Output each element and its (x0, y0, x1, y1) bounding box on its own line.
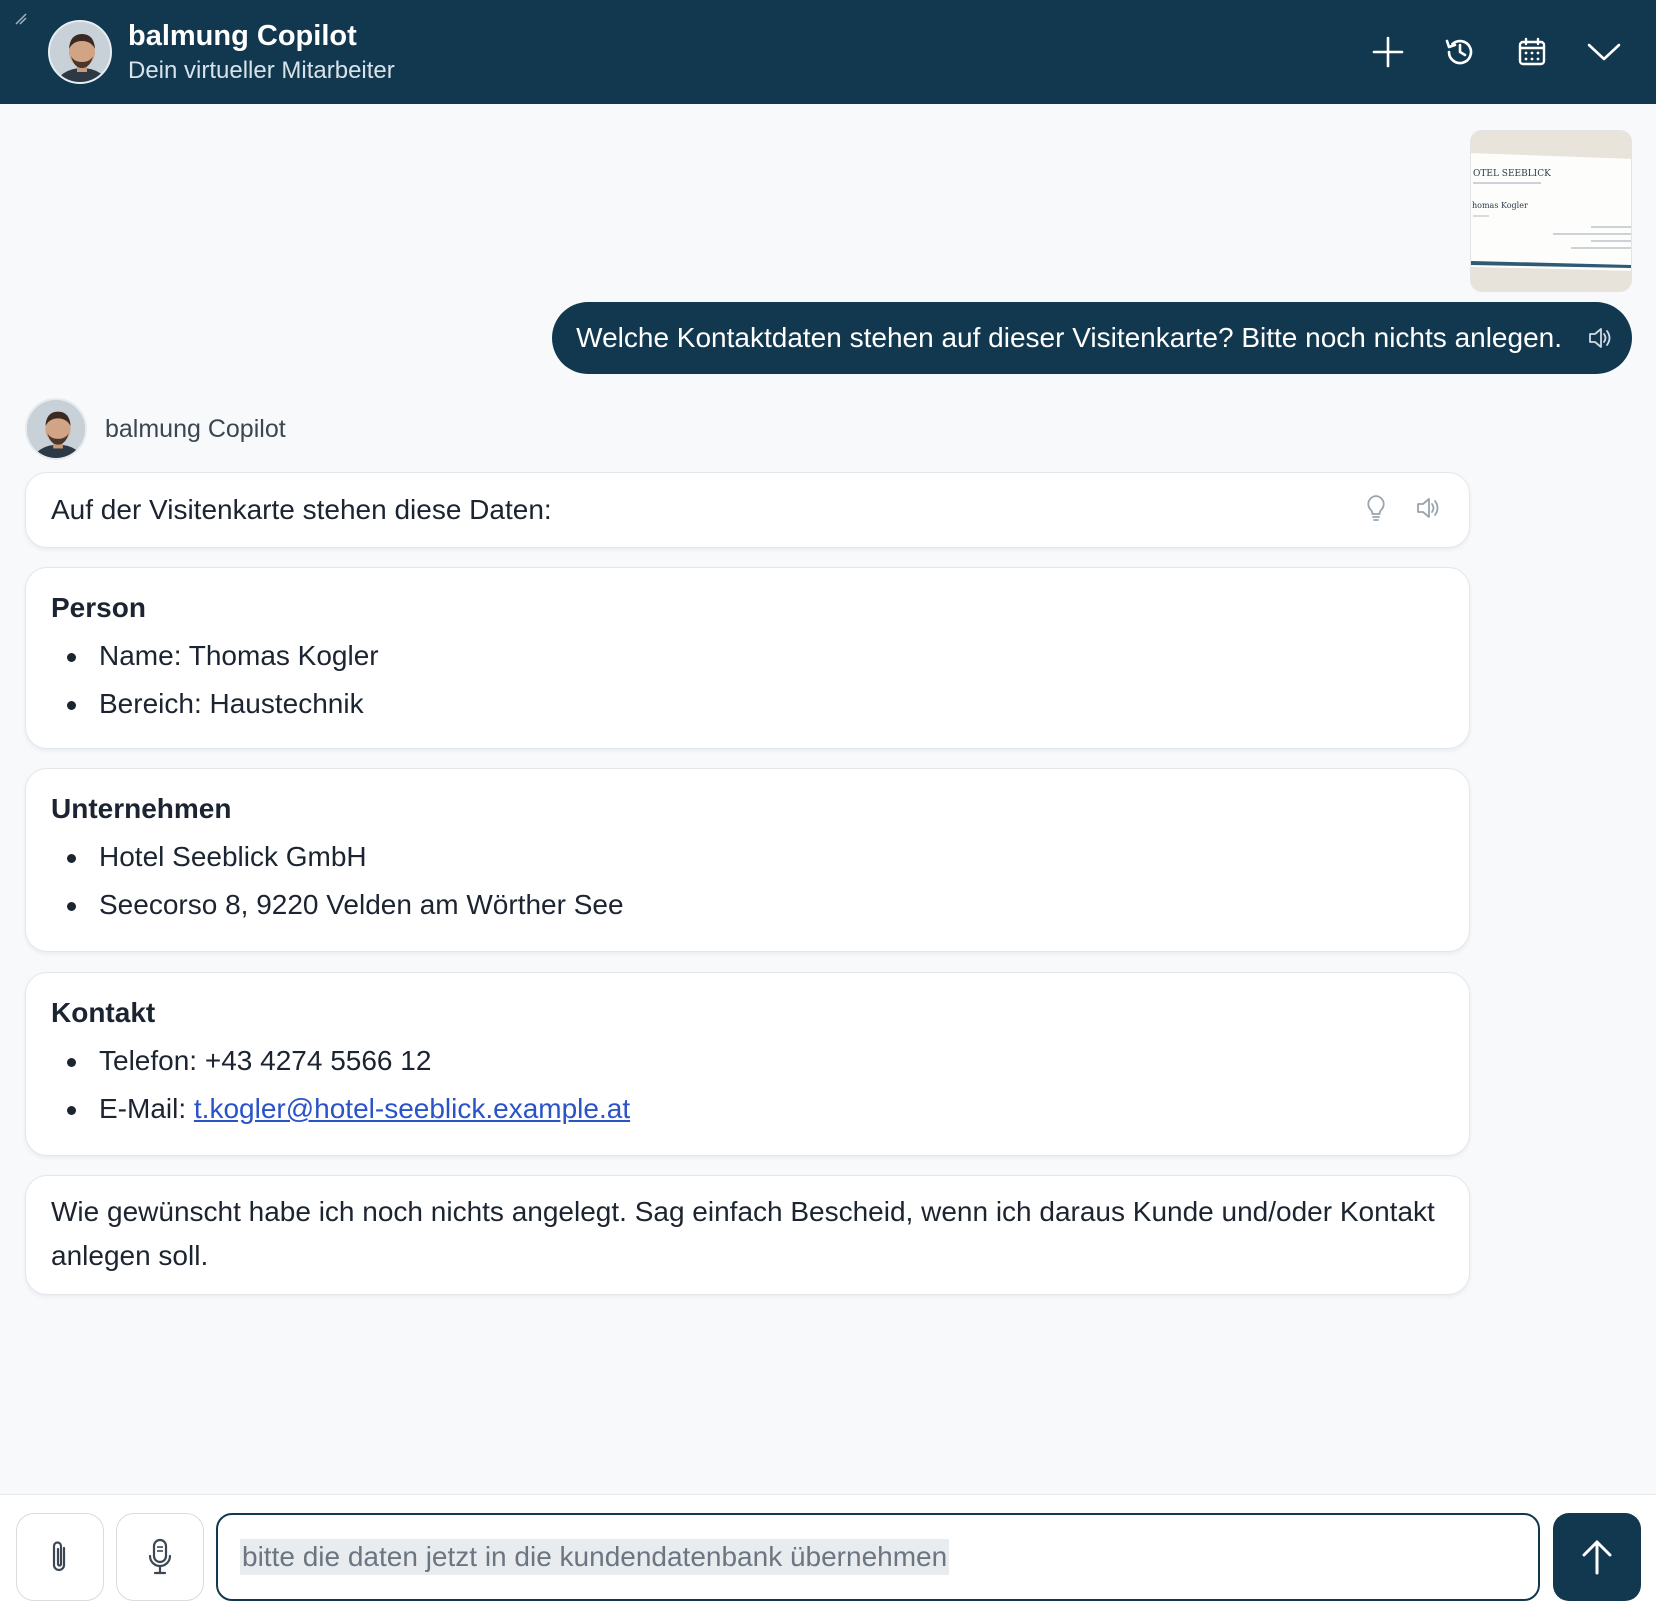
bot-avatar (25, 398, 87, 460)
section-heading: Unternehmen (51, 793, 232, 824)
microphone-icon (148, 1538, 172, 1575)
history-icon (1445, 39, 1473, 65)
message-input-value: bitte die daten jetzt in die kundendaten… (240, 1539, 950, 1575)
speaker-icon (1417, 498, 1439, 518)
app-subtitle: Dein virtueller Mitarbeiter (128, 57, 395, 84)
bot-message-header: balmung Copilot (25, 398, 286, 460)
explain-button[interactable] (1361, 491, 1391, 525)
assistant-avatar (48, 20, 112, 84)
closing-text: Wie gewünscht habe ich noch nichts angel… (51, 1196, 1435, 1271)
section-company: Unternehmen Hotel Seeblick GmbH Seecorso… (25, 768, 1470, 952)
section-heading: Kontakt (51, 997, 156, 1028)
paperclip-icon (52, 1541, 66, 1572)
app-title: balmung Copilot (128, 20, 357, 52)
header-actions (1364, 24, 1628, 80)
collapse-button[interactable] (1580, 24, 1628, 80)
list-item: Name: Thomas Kogler (51, 632, 1444, 680)
calendar-button[interactable] (1508, 24, 1556, 80)
copilot-window: balmung Copilot Dein virtueller Mitarbei… (0, 0, 1656, 1616)
bot-name: balmung Copilot (105, 414, 286, 443)
plus-icon (1372, 36, 1404, 68)
intro-text: Auf der Visitenkarte stehen diese Daten: (51, 494, 552, 525)
resize-icon[interactable] (14, 12, 30, 28)
arrow-up-icon (1582, 1540, 1612, 1575)
chevron-down-icon (1587, 43, 1621, 61)
header-bar: balmung Copilot Dein virtueller Mitarbei… (0, 0, 1656, 104)
new-chat-button[interactable] (1364, 24, 1412, 80)
bot-message-intro: Auf der Visitenkarte stehen diese Daten: (25, 472, 1470, 548)
list-item: Telefon: +43 4274 5566 12 (51, 1037, 1444, 1085)
section-person: Person Name: Thomas Kogler Bereich: Haus… (25, 567, 1470, 749)
send-button[interactable] (1553, 1513, 1641, 1601)
list-item: Hotel Seeblick GmbH (51, 833, 1444, 881)
section-list: Telefon: +43 4274 5566 12 E-Mail: t.kogl… (51, 1037, 1444, 1133)
chat-thread: OTEL SEEBLICK homas Kogler Welche Kontak… (0, 104, 1656, 1494)
attach-button[interactable] (16, 1513, 104, 1601)
email-label: E-Mail: (99, 1093, 194, 1124)
microphone-button[interactable] (116, 1513, 204, 1601)
section-contact: Kontakt Telefon: +43 4274 5566 12 E-Mail… (25, 972, 1470, 1156)
message-tools (1361, 491, 1443, 525)
read-aloud-button[interactable] (1413, 491, 1443, 525)
speaker-icon[interactable] (1586, 324, 1614, 352)
section-heading: Person (51, 592, 146, 623)
section-list: Hotel Seeblick GmbH Seecorso 8, 9220 Vel… (51, 833, 1444, 929)
bot-message-closing: Wie gewünscht habe ich noch nichts angel… (25, 1175, 1470, 1295)
list-item: Seecorso 8, 9220 Velden am Wörther See (51, 881, 1444, 929)
calendar-icon (1518, 37, 1546, 66)
list-item: Bereich: Haustechnik (51, 680, 1444, 728)
card-company-text: OTEL SEEBLICK (1473, 169, 1551, 179)
message-input[interactable]: bitte die daten jetzt in die kundendaten… (216, 1513, 1540, 1601)
business-card-image[interactable]: OTEL SEEBLICK homas Kogler (1470, 130, 1632, 292)
section-list: Name: Thomas Kogler Bereich: Haustechnik (51, 632, 1444, 728)
card-person-text: homas Kogler (1472, 201, 1528, 210)
user-message: Welche Kontaktdaten stehen auf dieser Vi… (552, 302, 1632, 374)
email-link[interactable]: t.kogler@hotel-seeblick.example.at (194, 1093, 630, 1124)
history-button[interactable] (1436, 24, 1484, 80)
lightbulb-icon (1367, 495, 1385, 521)
user-message-text: Welche Kontaktdaten stehen auf dieser Vi… (576, 322, 1562, 353)
list-item-email: E-Mail: t.kogler@hotel-seeblick.example.… (51, 1085, 1444, 1133)
composer-bar: bitte die daten jetzt in die kundendaten… (0, 1494, 1656, 1616)
